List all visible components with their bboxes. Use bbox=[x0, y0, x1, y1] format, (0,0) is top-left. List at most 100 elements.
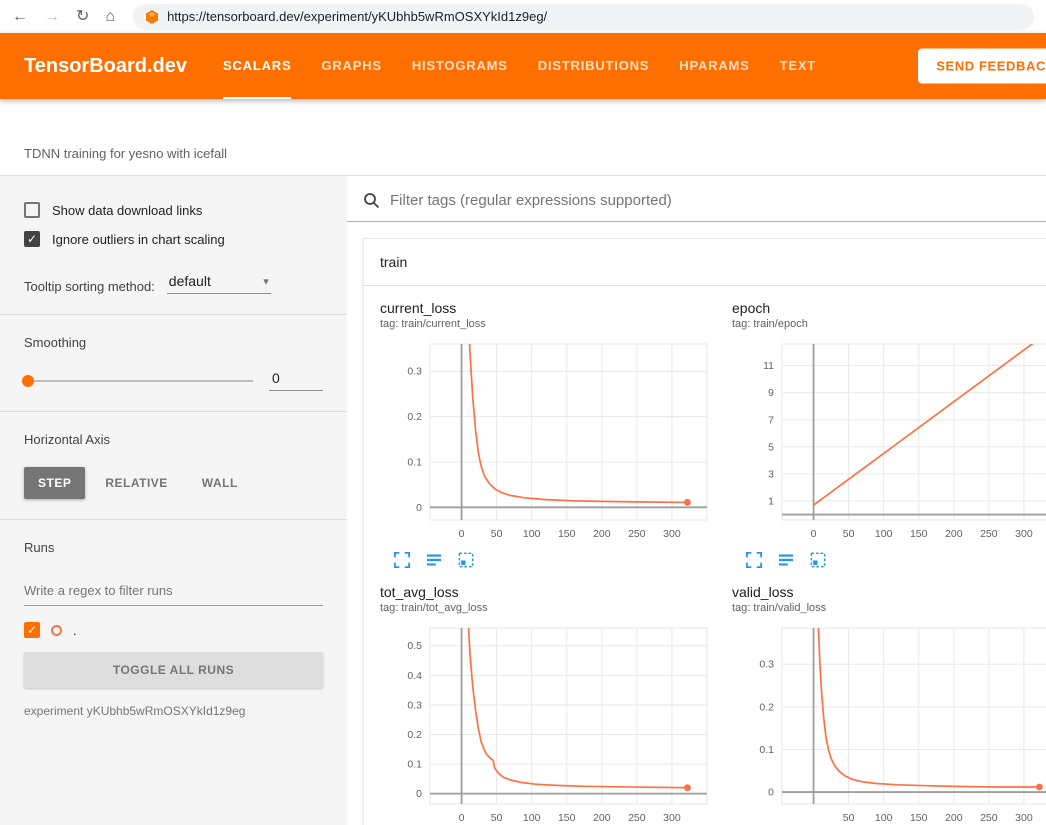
svg-text:0.4: 0.4 bbox=[407, 670, 422, 682]
chart-card-current-loss: current_loss tag: train/current_loss 050… bbox=[380, 300, 720, 568]
run-row: ✓ . bbox=[24, 622, 323, 638]
smoothing-value-input[interactable]: 0 bbox=[269, 370, 323, 391]
url-text: https://tensorboard.dev/experiment/yKUbh… bbox=[167, 9, 547, 24]
svg-text:0: 0 bbox=[811, 528, 817, 540]
charts-grid: current_loss tag: train/current_loss 050… bbox=[364, 286, 1046, 825]
screen: ← → ↻ ⌂ https://tensorboard.dev/experime… bbox=[0, 0, 1046, 825]
line-chart-epoch[interactable]: 0501001502002503001357911 bbox=[732, 336, 1046, 548]
tag-filter-row bbox=[347, 190, 1046, 222]
fit-domain-icon[interactable] bbox=[810, 552, 826, 568]
expand-chart-icon[interactable] bbox=[746, 552, 762, 568]
tag-filter-input[interactable] bbox=[390, 192, 1030, 209]
svg-text:150: 150 bbox=[910, 812, 928, 824]
axis-relative-button[interactable]: RELATIVE bbox=[91, 467, 181, 499]
svg-text:100: 100 bbox=[523, 528, 541, 540]
ignore-outliers-checkbox[interactable]: ✓ bbox=[24, 231, 40, 247]
smoothing-slider[interactable] bbox=[24, 380, 253, 382]
toggle-all-runs-button[interactable]: TOGGLE ALL RUNS bbox=[24, 652, 323, 688]
svg-text:5: 5 bbox=[768, 441, 774, 453]
svg-text:0.3: 0.3 bbox=[407, 366, 422, 378]
chart-card-valid-loss: valid_loss tag: train/valid_loss 50 100 15… bbox=[732, 584, 1046, 825]
line-chart-tot-avg-loss[interactable]: 05010015020025030000.10.20.30.40.5 bbox=[380, 620, 715, 825]
chart-tag: tag: train/epoch bbox=[732, 318, 1046, 330]
tooltip-sorting-select[interactable]: default ▾ bbox=[167, 273, 271, 294]
svg-text:150: 150 bbox=[558, 812, 576, 824]
divider bbox=[0, 411, 347, 412]
runs-label: Runs bbox=[24, 540, 323, 555]
app-logo[interactable]: TensorBoard.dev bbox=[24, 55, 187, 78]
reload-icon[interactable]: ↻ bbox=[76, 9, 89, 25]
svg-text:50: 50 bbox=[843, 812, 855, 824]
smoothing-slider-thumb[interactable] bbox=[22, 375, 34, 387]
runs-filter-input[interactable] bbox=[24, 579, 323, 606]
svg-text:250: 250 bbox=[628, 812, 646, 824]
main-nav: SCALARS GRAPHS HISTOGRAMS DISTRIBUTIONS … bbox=[223, 33, 816, 99]
ignore-outliers-row: ✓ Ignore outliers in chart scaling bbox=[24, 231, 323, 247]
divider bbox=[0, 519, 347, 520]
show-download-links-row: Show data download links bbox=[24, 202, 323, 218]
content: Show data download links ✓ Ignore outlie… bbox=[0, 176, 1046, 825]
tooltip-sorting-row: Tooltip sorting method: default ▾ bbox=[24, 273, 323, 294]
show-download-links-checkbox[interactable] bbox=[24, 202, 40, 218]
back-icon[interactable]: ← bbox=[12, 9, 28, 25]
svg-text:9: 9 bbox=[768, 387, 774, 399]
svg-text:200: 200 bbox=[945, 812, 963, 824]
tab-text[interactable]: TEXT bbox=[780, 33, 816, 99]
tooltip-sorting-value: default bbox=[169, 273, 211, 289]
line-chart-valid-loss[interactable]: 5010015020025030000.10.20.3 bbox=[732, 620, 1046, 825]
svg-text:200: 200 bbox=[593, 812, 611, 824]
settings-sidebar: Show data download links ✓ Ignore outlie… bbox=[0, 176, 347, 825]
chart-tag: tag: train/current_loss bbox=[380, 318, 720, 330]
home-icon[interactable]: ⌂ bbox=[105, 9, 115, 25]
meta-band bbox=[0, 99, 1046, 131]
dashboard-main: train current_loss tag: train/current_lo… bbox=[347, 176, 1046, 825]
chart-title: epoch bbox=[732, 300, 1046, 316]
tab-graphs[interactable]: GRAPHS bbox=[321, 33, 381, 99]
log-scale-icon[interactable] bbox=[778, 552, 794, 568]
search-icon bbox=[363, 192, 380, 209]
axis-wall-button[interactable]: WALL bbox=[188, 467, 252, 499]
svg-text:300: 300 bbox=[1015, 812, 1033, 824]
section-title-train[interactable]: train bbox=[364, 239, 1046, 286]
svg-text:150: 150 bbox=[910, 528, 928, 540]
svg-text:0: 0 bbox=[768, 787, 774, 799]
expand-chart-icon[interactable] bbox=[394, 552, 410, 568]
smoothing-slider-row: 0 bbox=[24, 370, 323, 391]
fit-domain-icon[interactable] bbox=[458, 552, 474, 568]
forward-icon[interactable]: → bbox=[44, 9, 60, 25]
log-scale-icon[interactable] bbox=[426, 552, 442, 568]
svg-text:1: 1 bbox=[768, 496, 774, 508]
chart-tag: tag: train/valid_loss bbox=[732, 602, 1046, 614]
tab-distributions[interactable]: DISTRIBUTIONS bbox=[538, 33, 650, 99]
experiment-description-bar: TDNN training for yesno with icefall bbox=[0, 131, 1046, 176]
address-bar[interactable]: https://tensorboard.dev/experiment/yKUbh… bbox=[133, 4, 1034, 30]
line-chart-current-loss[interactable]: 05010015020025030000.10.20.3 bbox=[380, 336, 715, 548]
tab-histograms[interactable]: HISTOGRAMS bbox=[412, 33, 508, 99]
chart-title: current_loss bbox=[380, 300, 720, 316]
svg-text:150: 150 bbox=[558, 528, 576, 540]
svg-text:100: 100 bbox=[875, 528, 893, 540]
svg-text:250: 250 bbox=[628, 528, 646, 540]
run-checkbox[interactable]: ✓ bbox=[24, 622, 40, 638]
train-section-card: train current_loss tag: train/current_lo… bbox=[363, 238, 1046, 825]
svg-text:0.3: 0.3 bbox=[759, 659, 774, 671]
chart-title: valid_loss bbox=[732, 584, 1046, 600]
divider bbox=[0, 314, 347, 315]
axis-step-button[interactable]: STEP bbox=[24, 467, 85, 499]
svg-text:200: 200 bbox=[945, 528, 963, 540]
ignore-outliers-label: Ignore outliers in chart scaling bbox=[52, 232, 225, 247]
check-icon: ✓ bbox=[27, 232, 37, 246]
tab-scalars[interactable]: SCALARS bbox=[223, 33, 291, 99]
svg-text:0: 0 bbox=[416, 788, 422, 800]
send-feedback-button[interactable]: SEND FEEDBACK bbox=[918, 49, 1046, 84]
svg-text:0.1: 0.1 bbox=[407, 456, 422, 468]
svg-text:0.1: 0.1 bbox=[759, 744, 774, 756]
horizontal-axis-label: Horizontal Axis bbox=[24, 432, 323, 447]
svg-text:200: 200 bbox=[593, 528, 611, 540]
check-icon: ✓ bbox=[27, 623, 37, 637]
svg-text:100: 100 bbox=[875, 812, 893, 824]
tab-hparams[interactable]: HPARAMS bbox=[679, 33, 749, 99]
svg-text:50: 50 bbox=[843, 528, 855, 540]
svg-text:50: 50 bbox=[491, 812, 503, 824]
svg-text:11: 11 bbox=[763, 360, 774, 372]
